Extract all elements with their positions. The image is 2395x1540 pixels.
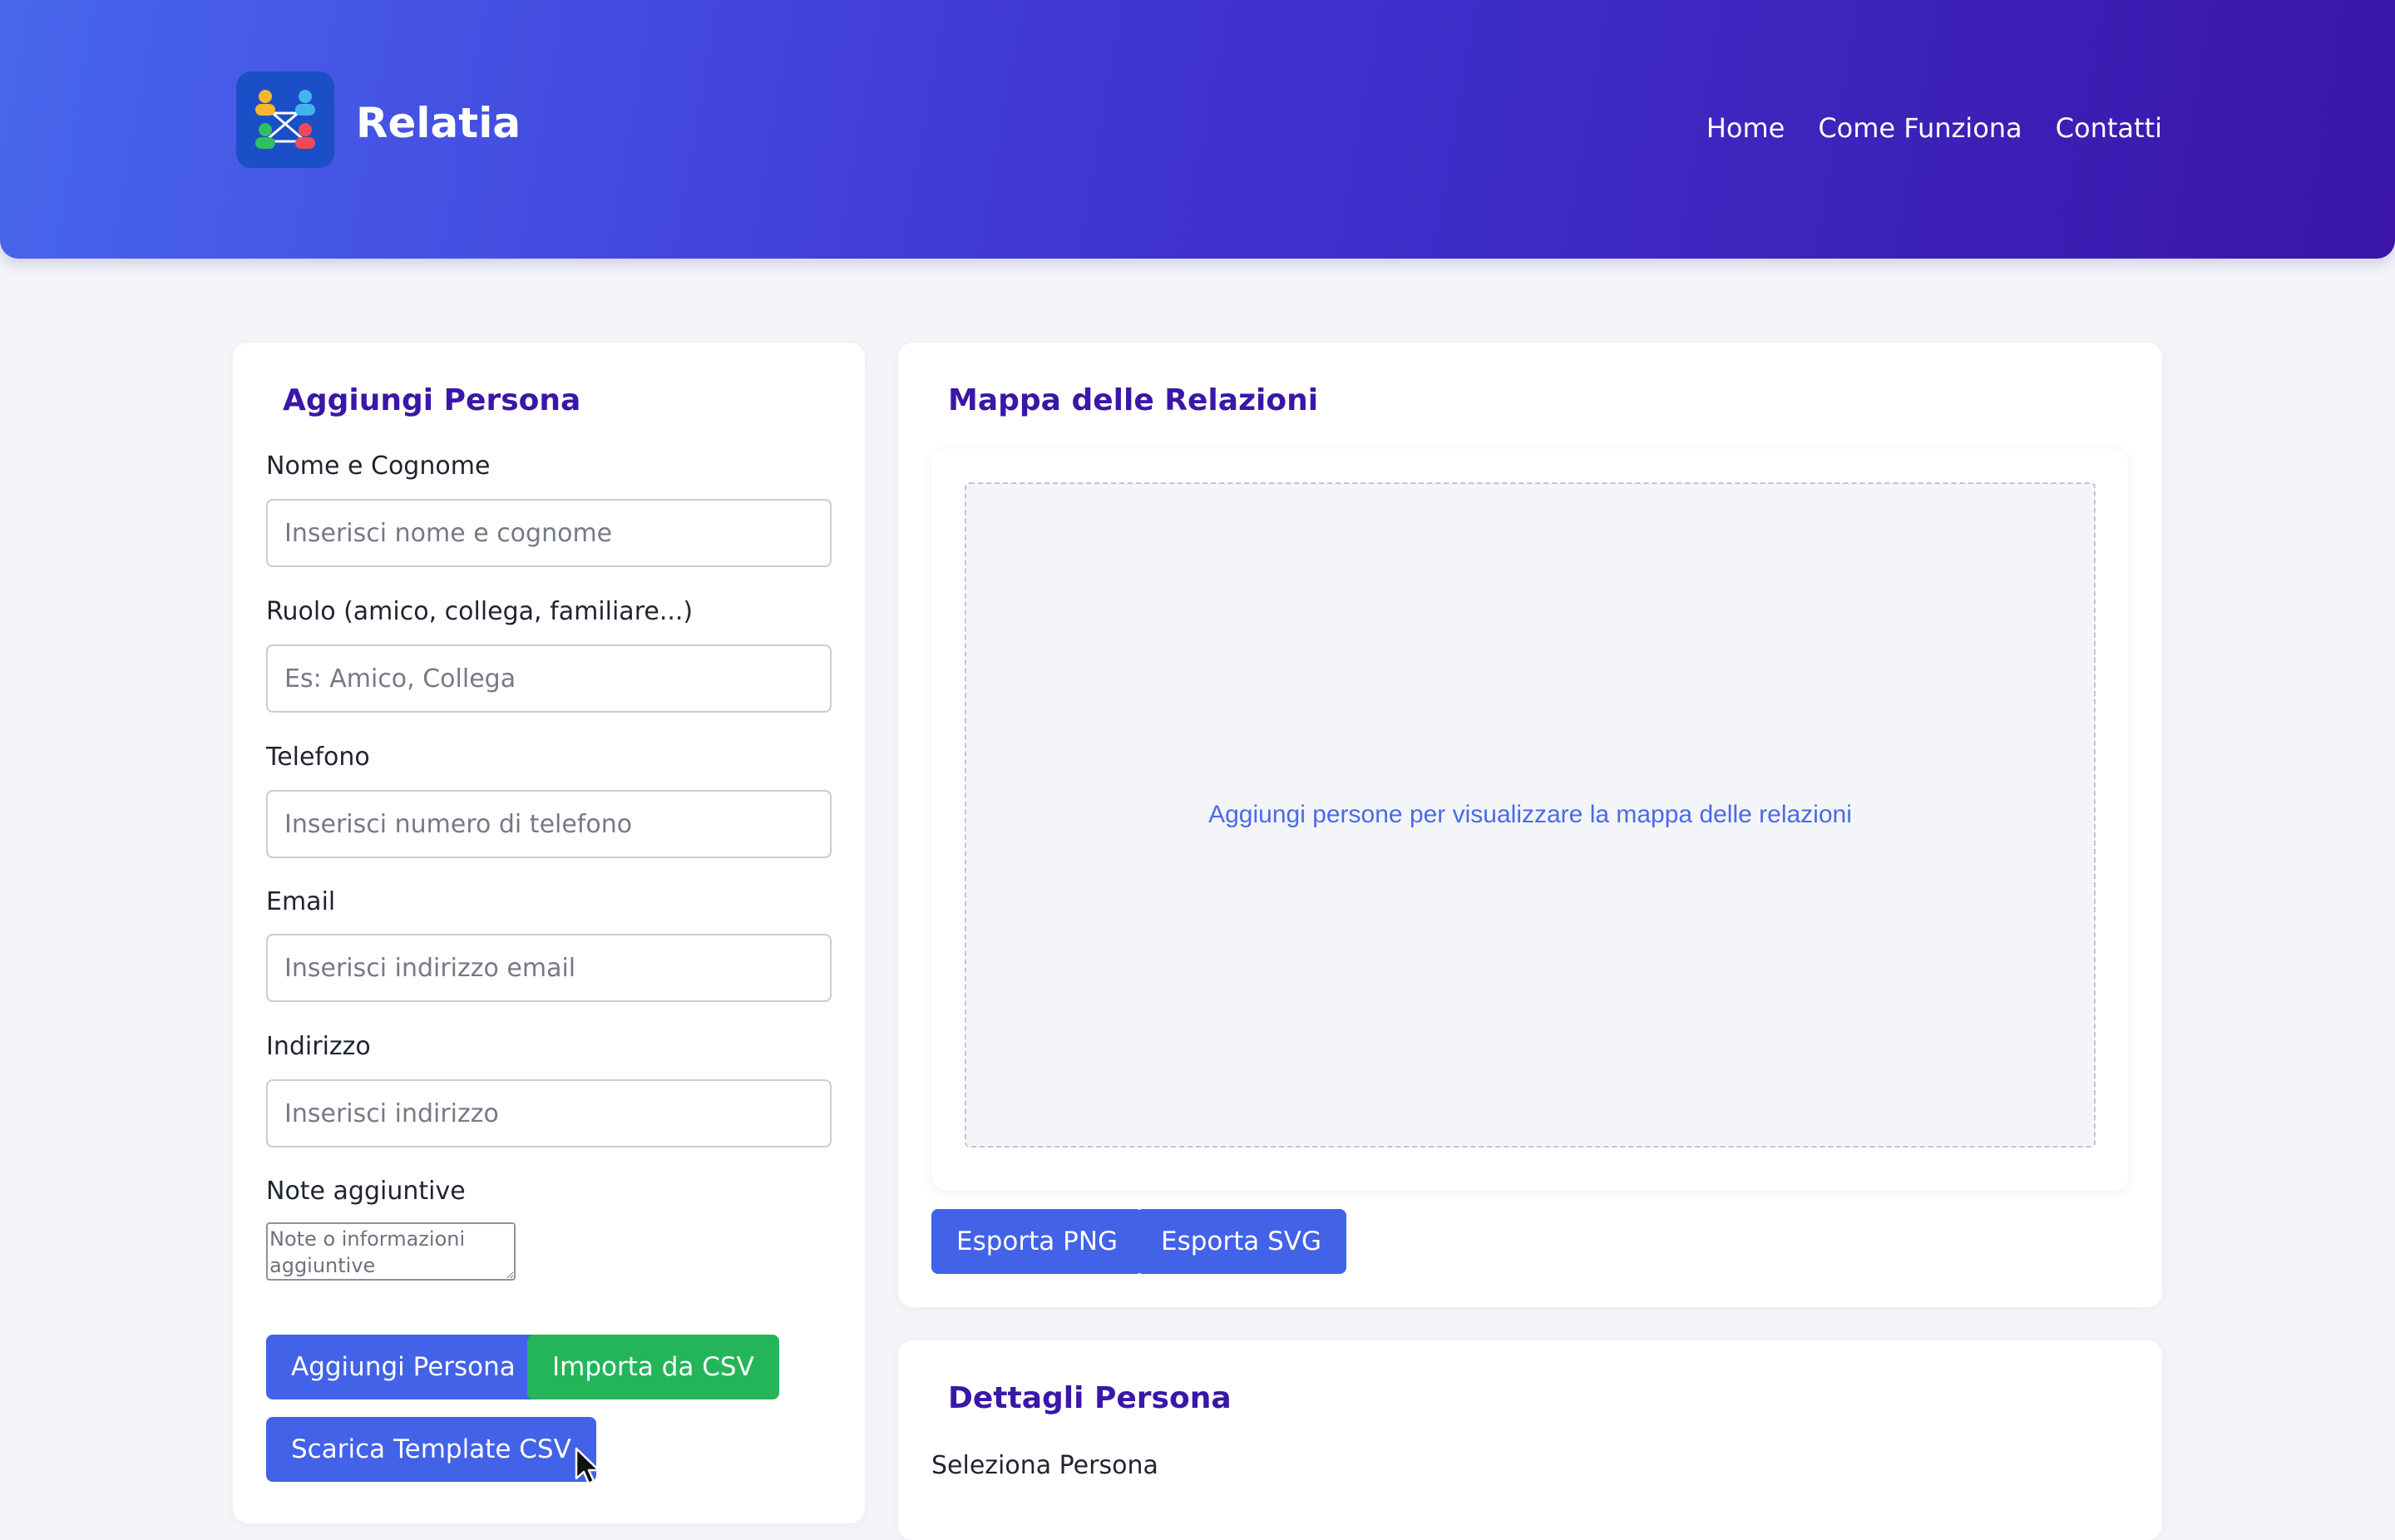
notes-label: Note aggiuntive: [266, 1177, 466, 1206]
map-empty-message: Aggiungi persone per visualizzare la map…: [1208, 801, 1852, 828]
map-container: Aggiungi persone per visualizzare la map…: [931, 449, 2129, 1191]
add-person-title: Aggiungi Persona: [283, 383, 581, 417]
address-label: Indirizzo: [266, 1032, 371, 1061]
main-nav: Home Come Funziona Contatti: [1706, 111, 2162, 145]
email-input[interactable]: [266, 934, 832, 1002]
nav-contacts-link[interactable]: Contatti: [2056, 111, 2162, 145]
app-header: Relatia Home Come Funziona Contatti: [0, 0, 2395, 259]
nav-home-link[interactable]: Home: [1706, 111, 1785, 145]
add-person-button[interactable]: Aggiungi Persona: [266, 1335, 541, 1399]
map-title: Mappa delle Relazioni: [948, 383, 1319, 417]
email-label: Email: [266, 887, 336, 916]
role-label: Ruolo (amico, collega, familiare...): [266, 597, 694, 626]
brand-name: Relatia: [356, 99, 521, 147]
name-input[interactable]: [266, 499, 832, 567]
import-csv-button[interactable]: Importa da CSV: [527, 1335, 779, 1399]
phone-input[interactable]: [266, 790, 832, 858]
logo[interactable]: [236, 72, 334, 168]
export-svg-button[interactable]: Esporta SVG: [1136, 1209, 1347, 1274]
add-person-card: Aggiungi Persona Nome e Cognome Ruolo (a…: [233, 343, 865, 1523]
mouse-cursor-icon: [575, 1447, 600, 1485]
map-canvas[interactable]: Aggiungi persone per visualizzare la map…: [965, 482, 2096, 1148]
details-title: Dettagli Persona: [948, 1381, 1232, 1415]
people-network-icon: [255, 90, 315, 149]
nav-how-it-works-link[interactable]: Come Funziona: [1818, 111, 2022, 145]
notes-textarea[interactable]: [266, 1222, 516, 1281]
person-details-card: Dettagli Persona Seleziona Persona: [898, 1340, 2162, 1540]
name-label: Nome e Cognome: [266, 452, 491, 481]
phone-label: Telefono: [266, 743, 370, 772]
select-person-label: Seleziona Persona: [931, 1451, 1158, 1480]
address-input[interactable]: [266, 1079, 832, 1148]
relationship-map-card: Mappa delle Relazioni Aggiungi persone p…: [898, 343, 2162, 1307]
export-png-button[interactable]: Esporta PNG: [931, 1209, 1143, 1274]
download-template-button[interactable]: Scarica Template CSV: [266, 1417, 596, 1482]
role-input[interactable]: [266, 644, 832, 713]
